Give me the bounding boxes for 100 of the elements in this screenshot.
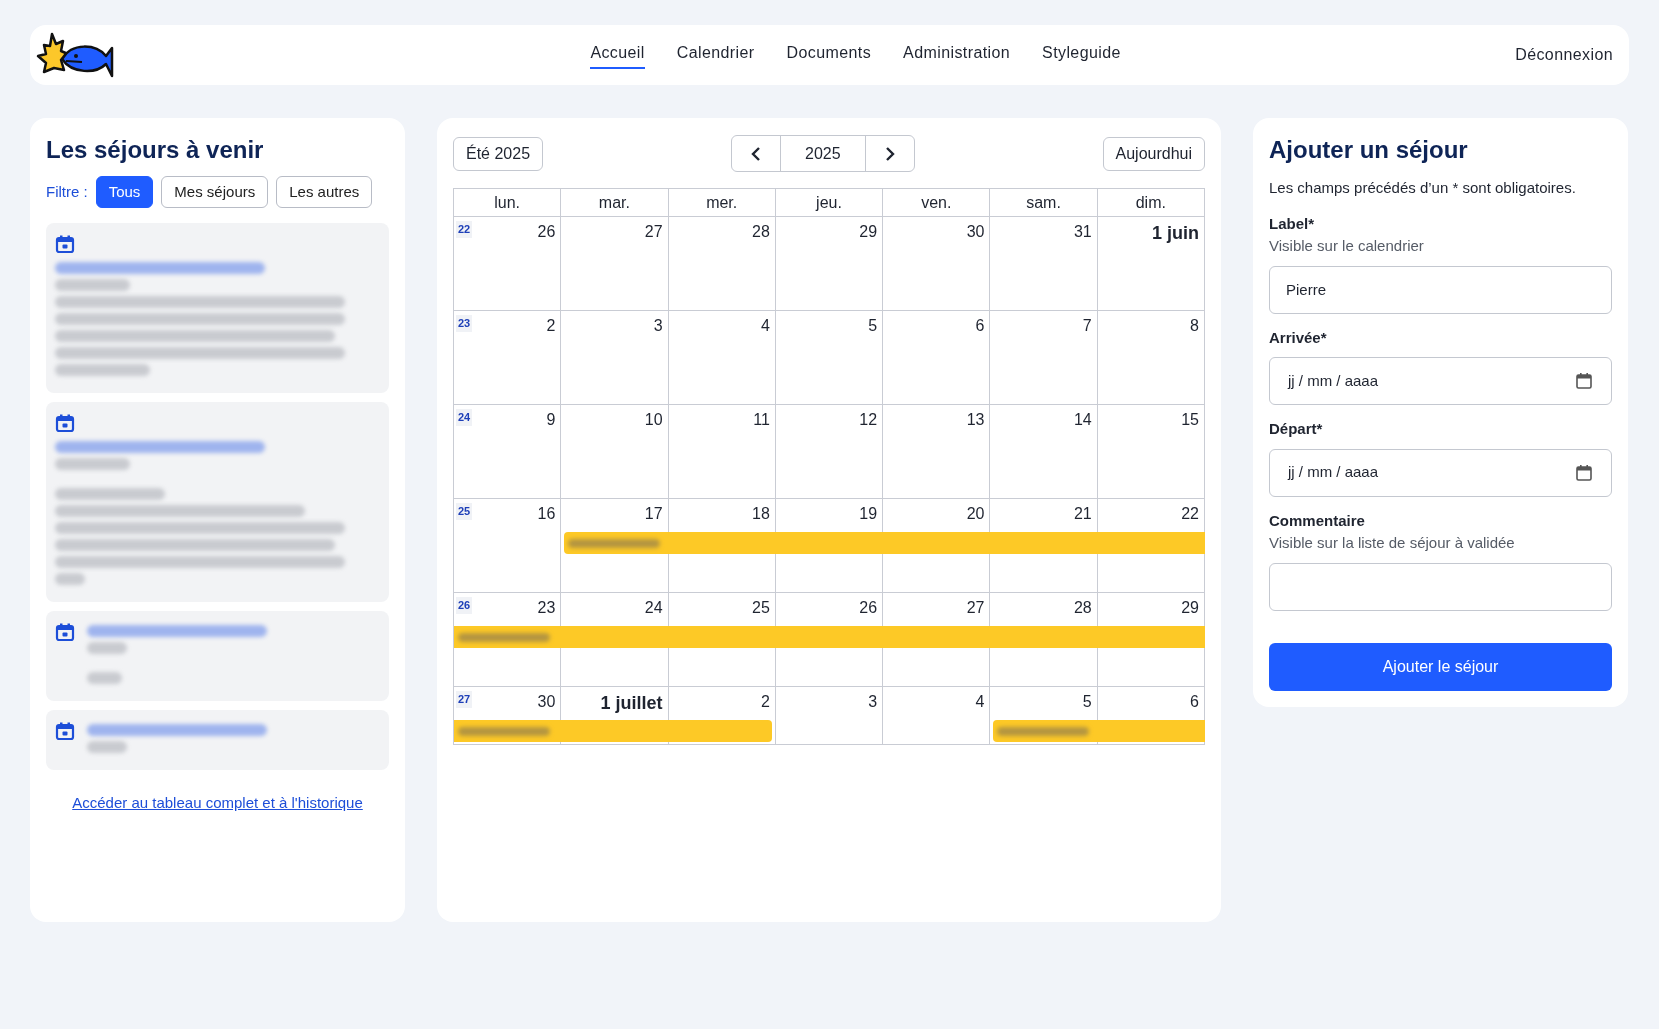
day-number: 17 (644, 505, 663, 522)
day-cell[interactable]: 1 juin (1097, 217, 1205, 311)
day-number: 24 (644, 599, 663, 616)
weekday-header: jeu. (775, 189, 884, 217)
filter-label: Filtre : (46, 181, 88, 202)
day-cell[interactable]: 19 (775, 499, 884, 593)
filter-button[interactable]: Tous (95, 176, 154, 208)
day-cell[interactable]: 22 (1097, 499, 1205, 593)
day-cell[interactable]: 13 (883, 405, 991, 499)
day-number: 12 (859, 411, 878, 428)
day-cell[interactable]: 27 (561, 217, 669, 311)
day-number: 20 (966, 505, 985, 522)
filter-button[interactable]: Mes séjours (161, 176, 269, 208)
nav-link[interactable]: Administration (903, 41, 1011, 69)
day-cell[interactable]: 24 9 (454, 405, 562, 499)
filter-button[interactable]: Les autres (276, 176, 373, 208)
date-field[interactable]: jj / mm / aaaa (1269, 357, 1612, 405)
day-cell[interactable]: 26 (775, 593, 884, 687)
weekday-header: mer. (668, 189, 776, 217)
day-cell[interactable]: 11 (668, 405, 776, 499)
day-number: 5 (1082, 693, 1092, 710)
day-cell[interactable]: 29 (1097, 593, 1205, 687)
day-cell[interactable]: 8 (1097, 311, 1205, 405)
blurred-text (87, 642, 127, 654)
calendar-icon[interactable] (1575, 463, 1593, 482)
text-field[interactable] (1269, 562, 1612, 611)
day-cell[interactable]: 20 (883, 499, 991, 593)
chevron-left-icon (749, 145, 762, 162)
day-cell[interactable]: 28 (668, 217, 776, 311)
event-bar-segment[interactable] (993, 720, 1098, 742)
day-cell[interactable]: 12 (775, 405, 884, 499)
submit-button[interactable]: Ajouter le séjour (1269, 642, 1612, 691)
event-bar-segment[interactable] (454, 720, 562, 742)
date-field[interactable]: jj / mm / aaaa (1269, 448, 1612, 497)
logout-link[interactable]: Déconnexion (1515, 43, 1613, 67)
event-bar-segment[interactable] (1097, 720, 1205, 742)
day-cell[interactable]: 21 (990, 499, 1098, 593)
today-button[interactable]: Aujourdhui (1102, 136, 1205, 171)
day-number: 13 (966, 411, 985, 428)
calendar-icon[interactable] (1575, 372, 1593, 390)
nav-link[interactable]: Styleguide (1042, 41, 1121, 69)
day-cell[interactable]: 2 (668, 687, 776, 745)
event-bar-segment[interactable] (1097, 532, 1205, 554)
day-cell[interactable]: 6 (883, 311, 991, 405)
day-number: 29 (859, 223, 878, 240)
day-cell[interactable]: 22 26 (454, 217, 562, 311)
nav-link[interactable]: Calendrier (676, 41, 755, 69)
day-number: 1 juillet (600, 693, 663, 713)
day-cell[interactable]: 4 (668, 311, 776, 405)
date-placeholder: jj / mm / aaaa (1288, 462, 1379, 483)
day-cell[interactable]: 15 (1097, 405, 1205, 499)
day-cell[interactable]: 23 2 (454, 311, 562, 405)
week-number: 22 (456, 221, 473, 238)
day-cell[interactable]: 1 juillet (561, 687, 669, 745)
day-cell[interactable]: 3 (775, 687, 884, 745)
day-number: 26 (859, 599, 878, 616)
day-cell[interactable]: 5 (775, 311, 884, 405)
weekday-header: sam. (990, 189, 1098, 217)
calendar-icon (55, 413, 75, 433)
day-number: 7 (1082, 317, 1092, 334)
event-bar-segment[interactable] (564, 532, 669, 554)
year-label: 2025 (804, 143, 842, 164)
day-cell[interactable]: 5 (990, 687, 1098, 745)
day-cell[interactable]: 27 30 (454, 687, 562, 745)
history-link[interactable]: Accéder au tableau complet et à l'historique (72, 792, 363, 815)
day-number: 2 (546, 317, 556, 334)
panel-title: Ajouter un séjour (1269, 135, 1469, 165)
day-cell[interactable]: 28 (990, 593, 1098, 687)
day-cell[interactable]: 26 23 (454, 593, 562, 687)
stay-card[interactable] (46, 611, 389, 701)
day-cell[interactable]: 27 (883, 593, 991, 687)
day-cell[interactable]: 30 (883, 217, 991, 311)
day-cell[interactable]: 10 (561, 405, 669, 499)
day-cell[interactable]: 17 (561, 499, 669, 593)
day-cell[interactable]: 18 (668, 499, 776, 593)
event-bar-segment[interactable] (454, 626, 562, 648)
nav-link[interactable]: Accueil (590, 41, 645, 69)
day-cell[interactable]: 4 (883, 687, 991, 745)
event-bar-segment[interactable] (1097, 626, 1205, 648)
nav-link[interactable]: Documents (786, 41, 872, 69)
season-button[interactable]: Été 2025 (453, 136, 544, 171)
day-number: 30 (966, 223, 985, 240)
panel-title: Les séjours à venir (46, 135, 265, 165)
blurred-text (87, 672, 122, 684)
day-cell[interactable]: 25 (668, 593, 776, 687)
day-cell[interactable]: 14 (990, 405, 1098, 499)
stay-card[interactable] (46, 710, 389, 770)
day-cell[interactable]: 31 (990, 217, 1098, 311)
day-cell[interactable]: 29 (775, 217, 884, 311)
day-cell[interactable]: 25 16 (454, 499, 562, 593)
day-number: 18 (752, 505, 770, 522)
day-cell[interactable]: 6 (1097, 687, 1205, 745)
day-cell[interactable]: 3 (561, 311, 669, 405)
day-cell[interactable]: 24 (561, 593, 669, 687)
text-field[interactable]: Pierre (1269, 265, 1612, 314)
day-cell[interactable]: 7 (990, 311, 1098, 405)
week-number: 25 (456, 503, 473, 520)
event-bar-segment[interactable] (668, 720, 772, 742)
stay-card[interactable] (46, 402, 389, 602)
stay-card[interactable] (46, 223, 389, 393)
